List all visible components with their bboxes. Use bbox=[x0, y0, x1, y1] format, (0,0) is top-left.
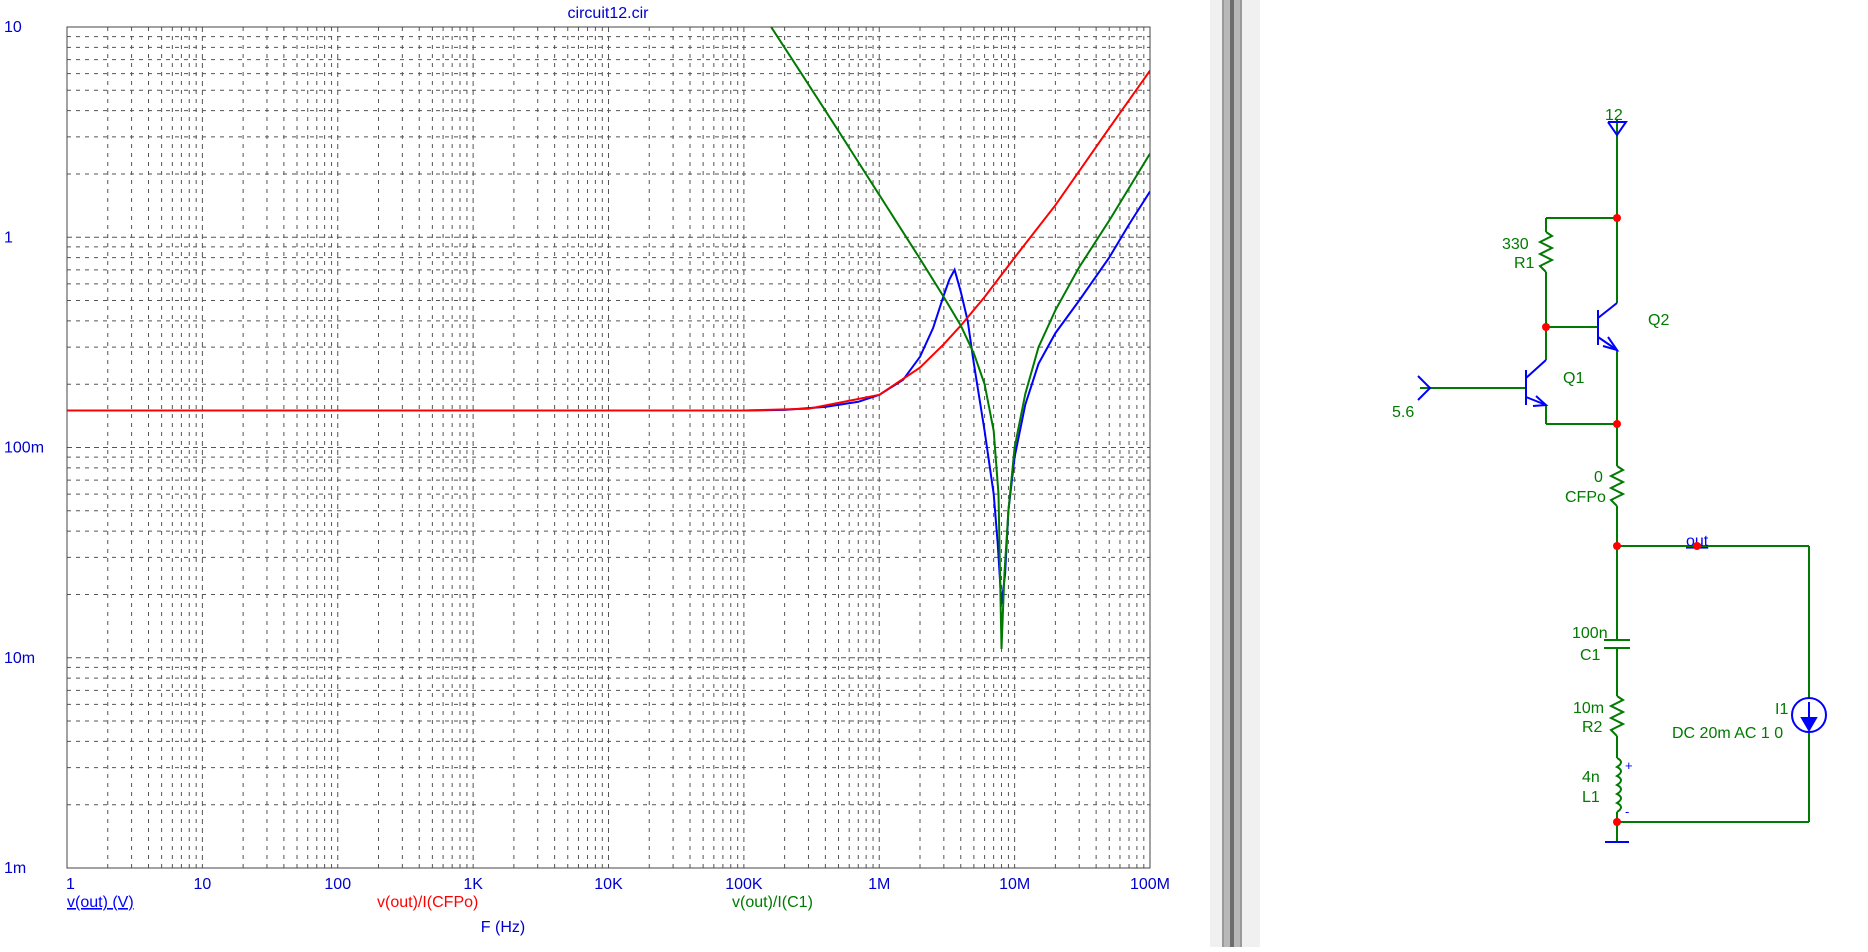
l1-name-label: L1 bbox=[1582, 789, 1600, 806]
x-tick-label: 1K bbox=[463, 876, 483, 893]
x-tick-label: 1M bbox=[868, 876, 890, 893]
inductor-l1[interactable] bbox=[1614, 757, 1622, 813]
x-tick-labels: 1 10 100 1K 10K 100K 1M 10M 100M bbox=[66, 876, 1170, 893]
schematic-window[interactable]: 12 5.6 330 R1 Q2 Q1 0 CFPo out 100n C1 1… bbox=[1260, 0, 1868, 947]
i1-value-label: DC 20m AC 1 0 bbox=[1672, 725, 1783, 742]
l1-plus-label: + bbox=[1625, 758, 1633, 773]
r2-value-label: 10m bbox=[1573, 700, 1604, 717]
y-tick-label: 10m bbox=[4, 650, 35, 667]
x-tick-label: 100M bbox=[1130, 876, 1170, 893]
y-tick-labels: 10 1 100m 10m 1m bbox=[4, 19, 44, 877]
cfpo-value-label: 0 bbox=[1594, 469, 1603, 486]
resistor-r2[interactable] bbox=[1608, 695, 1626, 737]
y-tick-label: 100m bbox=[4, 440, 44, 457]
pane-splitter[interactable] bbox=[1210, 0, 1260, 947]
y-tick-label: 1m bbox=[4, 860, 26, 877]
y-tick-label: 10 bbox=[4, 19, 22, 36]
r1-name-label: R1 bbox=[1514, 255, 1535, 272]
q1-label: Q1 bbox=[1563, 370, 1584, 387]
q2-label: Q2 bbox=[1648, 312, 1669, 329]
c1-value-label: 100n bbox=[1572, 625, 1608, 642]
r1-value-label: 330 bbox=[1502, 236, 1529, 253]
x-tick-label: 100K bbox=[725, 876, 763, 893]
i1-name-label: I1 bbox=[1775, 701, 1788, 718]
y-tick-label: 1 bbox=[4, 229, 13, 246]
legend-entry-v-out-i-c1[interactable]: v(out)/I(C1) bbox=[732, 894, 813, 911]
r2-name-label: R2 bbox=[1582, 719, 1603, 736]
circuit-schematic[interactable]: 12 5.6 330 R1 Q2 Q1 0 CFPo out 100n C1 1… bbox=[1260, 0, 1868, 947]
transistor-q2[interactable] bbox=[1597, 302, 1620, 352]
frequency-response-chart[interactable]: circuit12.cir 10 1 100m 10m 1m 1 10 100 1K 10K 10… bbox=[0, 0, 1210, 947]
c1-name-label: C1 bbox=[1580, 647, 1601, 664]
x-tick-label: 100 bbox=[324, 876, 351, 893]
vin-label: 5.6 bbox=[1392, 404, 1414, 421]
transistor-q1[interactable] bbox=[1525, 359, 1549, 407]
x-axis-label: F (Hz) bbox=[481, 919, 525, 936]
capacitor-c1[interactable] bbox=[1604, 639, 1630, 649]
l1-minus-label: - bbox=[1625, 804, 1629, 819]
current-source-i1[interactable] bbox=[1791, 697, 1827, 733]
x-tick-label: 10M bbox=[999, 876, 1030, 893]
chart-title: circuit12.cir bbox=[568, 5, 650, 22]
plot-window[interactable]: circuit12.cir 10 1 100m 10m 1m 1 10 100 1K 10K 10… bbox=[0, 0, 1210, 947]
vcc-label: 12 bbox=[1605, 107, 1623, 124]
x-tick-label: 10 bbox=[193, 876, 211, 893]
cfpo-name-label: CFPo bbox=[1565, 489, 1606, 506]
legend-entry-v-out[interactable]: v(out) (V) bbox=[67, 894, 134, 911]
resistor-r1[interactable] bbox=[1537, 231, 1555, 273]
resistor-cfpo[interactable] bbox=[1608, 465, 1626, 507]
legend-entry-v-out-i-cfpo[interactable]: v(out)/I(CFPo) bbox=[377, 894, 478, 911]
x-tick-label: 1 bbox=[66, 876, 75, 893]
legend: v(out) (V) v(out)/I(CFPo) v(out)/I(C1) bbox=[67, 894, 813, 911]
x-tick-label: 10K bbox=[594, 876, 623, 893]
l1-value-label: 4n bbox=[1582, 769, 1600, 786]
